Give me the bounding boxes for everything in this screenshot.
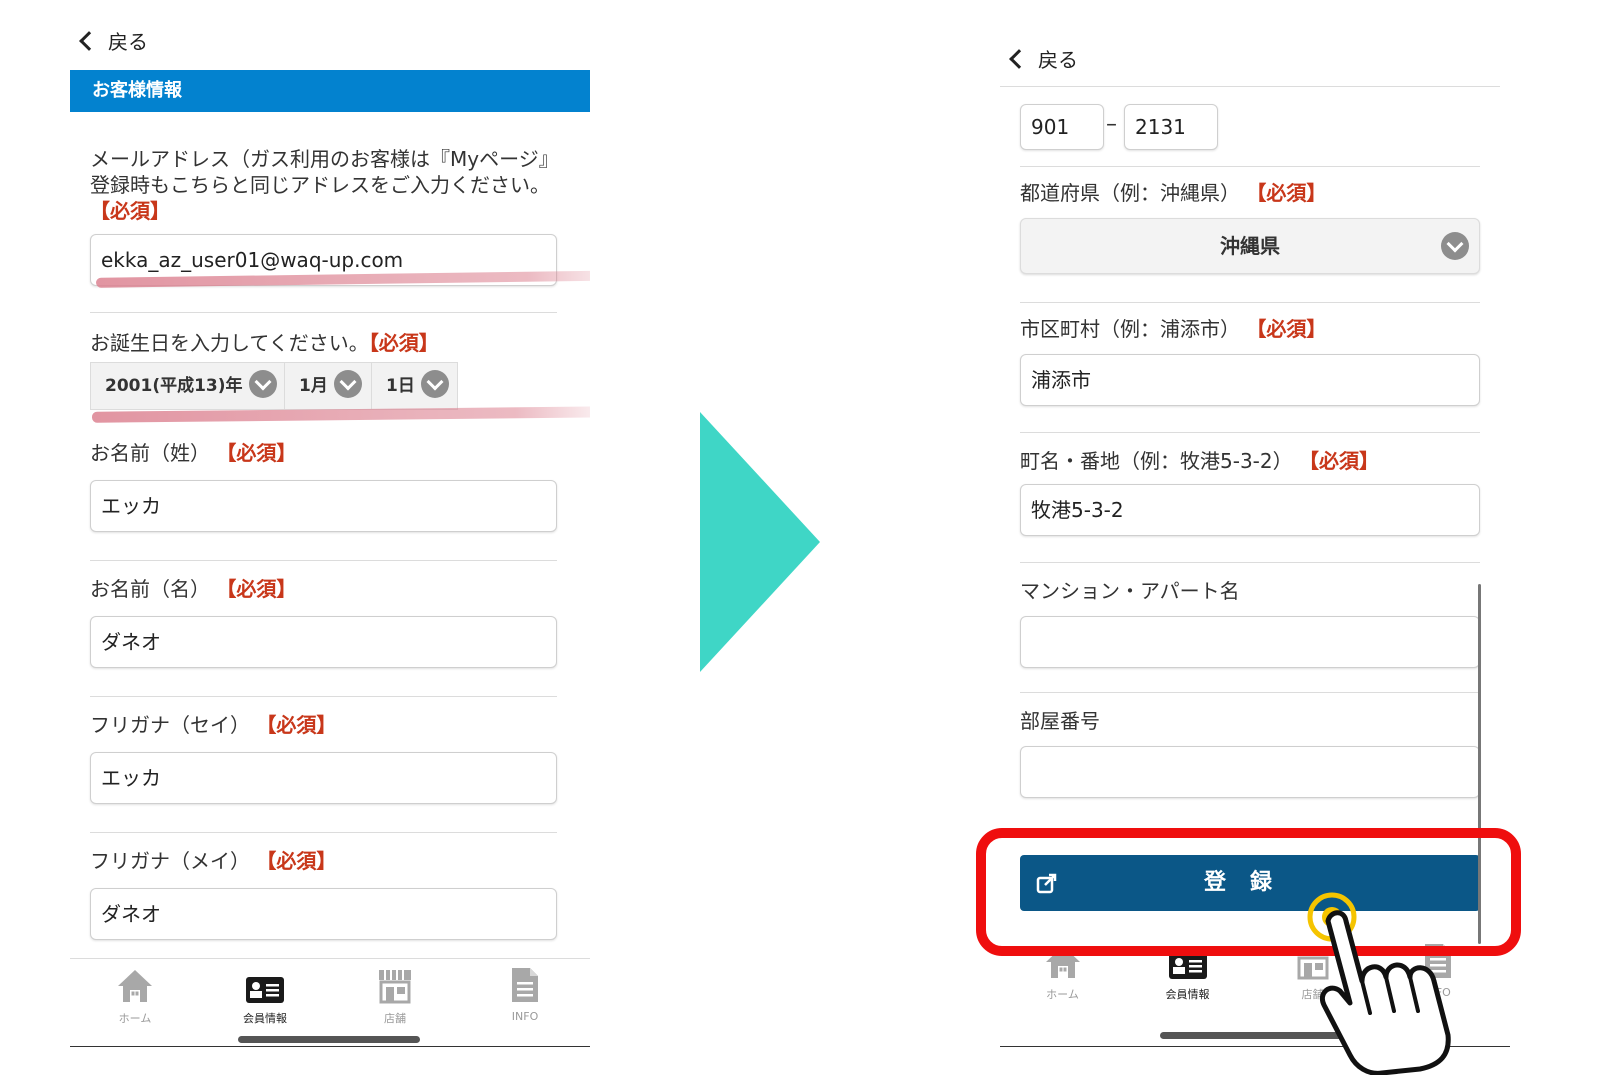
- header-divider: [1000, 86, 1500, 87]
- first-name-field[interactable]: ダネオ: [90, 616, 557, 668]
- tab-home[interactable]: ホーム: [70, 966, 200, 1026]
- kana-sei-field[interactable]: エッカ: [90, 752, 557, 804]
- tab-member-info[interactable]: 会員情報: [200, 966, 330, 1026]
- divider: [90, 832, 557, 833]
- divider: [1020, 432, 1480, 433]
- pointing-hand-icon: [1307, 892, 1451, 1075]
- zip-code-first[interactable]: 901: [1020, 104, 1104, 150]
- birth-month-select[interactable]: 1月: [284, 362, 372, 410]
- divider: [90, 312, 557, 313]
- street-label: 町名・番地（例：牧港5-3-2） 【必須】: [1020, 449, 1379, 473]
- required-mark: 【必須】: [256, 849, 337, 873]
- tabbar-divider: [70, 958, 590, 959]
- room-number-field[interactable]: [1020, 746, 1480, 798]
- store-icon: [379, 970, 411, 1004]
- back-button[interactable]: 戻る: [79, 26, 148, 55]
- required-mark: 【必須】: [1298, 449, 1379, 473]
- chevron-down-icon: [248, 370, 277, 398]
- required-mark: 【必須】: [1246, 181, 1327, 205]
- tab-info[interactable]: INFO: [460, 966, 590, 1026]
- required-mark: 【必須】: [216, 441, 297, 465]
- required-mark: 【必須】: [1246, 317, 1327, 341]
- chevron-left-icon: [79, 30, 99, 51]
- section-title: お客様情報: [70, 70, 590, 112]
- building-label: マンション・アパート名: [1020, 579, 1240, 603]
- street-field[interactable]: 牧港5-3-2: [1020, 484, 1480, 536]
- divider: [90, 696, 557, 697]
- city-field[interactable]: 浦添市: [1020, 354, 1480, 406]
- required-mark: 【必須】: [90, 199, 170, 223]
- bottom-tab-bar: ホーム 会員情報 店舗 INFO: [70, 966, 590, 1026]
- city-label: 市区町村（例：浦添市） 【必須】: [1020, 317, 1327, 341]
- back-label: 戻る: [1038, 48, 1078, 72]
- divider: [1020, 562, 1480, 563]
- room-number-label: 部屋番号: [1020, 709, 1100, 733]
- zip-code-second[interactable]: 2131: [1124, 104, 1218, 150]
- prefecture-label: 都道府県（例：沖縄県） 【必須】: [1020, 181, 1327, 205]
- tab-store[interactable]: 店舗: [330, 966, 460, 1026]
- kana-mei-field[interactable]: ダネオ: [90, 888, 557, 940]
- kana-sei-label: フリガナ（セイ） 【必須】: [90, 713, 337, 737]
- divider: [90, 560, 557, 561]
- divider: [1020, 692, 1480, 693]
- chevron-left-icon: [1009, 48, 1029, 69]
- chevron-down-icon: [420, 370, 449, 398]
- back-label: 戻る: [108, 30, 148, 54]
- chevron-down-icon: [333, 370, 362, 398]
- last-name-field[interactable]: エッカ: [90, 480, 557, 532]
- divider: [1020, 302, 1480, 303]
- birth-day-select[interactable]: 1日: [371, 362, 458, 410]
- last-name-label: お名前（姓） 【必須】: [90, 441, 297, 465]
- member-card-icon: [1168, 953, 1207, 979]
- home-icon: [118, 970, 152, 1002]
- bottom-line: [70, 1046, 590, 1047]
- prefecture-select[interactable]: 沖縄県: [1020, 218, 1480, 274]
- left-phone-screen: 戻る お客様情報 メールアドレス（ガス利用のお客様は『Myページ』登録時もこちら…: [70, 0, 590, 1080]
- next-step-arrow: [700, 412, 820, 672]
- required-mark: 【必須】: [216, 577, 297, 601]
- back-button[interactable]: 戻る: [1009, 44, 1078, 73]
- required-mark: 【必須】: [256, 713, 337, 737]
- divider: [1020, 166, 1480, 167]
- required-mark: 【必須】: [368, 331, 439, 355]
- email-label: メールアドレス（ガス利用のお客様は『Myページ』登録時もこちらと同じアドレスをご…: [90, 147, 559, 223]
- document-icon: [512, 968, 538, 1002]
- birthday-label: お誕生日を入力してください。【必須】: [90, 331, 439, 355]
- first-name-label: お名前（名） 【必須】: [90, 577, 297, 601]
- building-field[interactable]: [1020, 616, 1480, 668]
- zip-separator: –: [1106, 112, 1117, 137]
- member-card-icon: [246, 977, 284, 1003]
- birth-year-select[interactable]: 2001(平成13)年: [90, 362, 285, 410]
- chevron-down-icon: [1441, 232, 1469, 260]
- kana-mei-label: フリガナ（メイ） 【必須】: [90, 849, 337, 873]
- home-indicator: [238, 1036, 420, 1043]
